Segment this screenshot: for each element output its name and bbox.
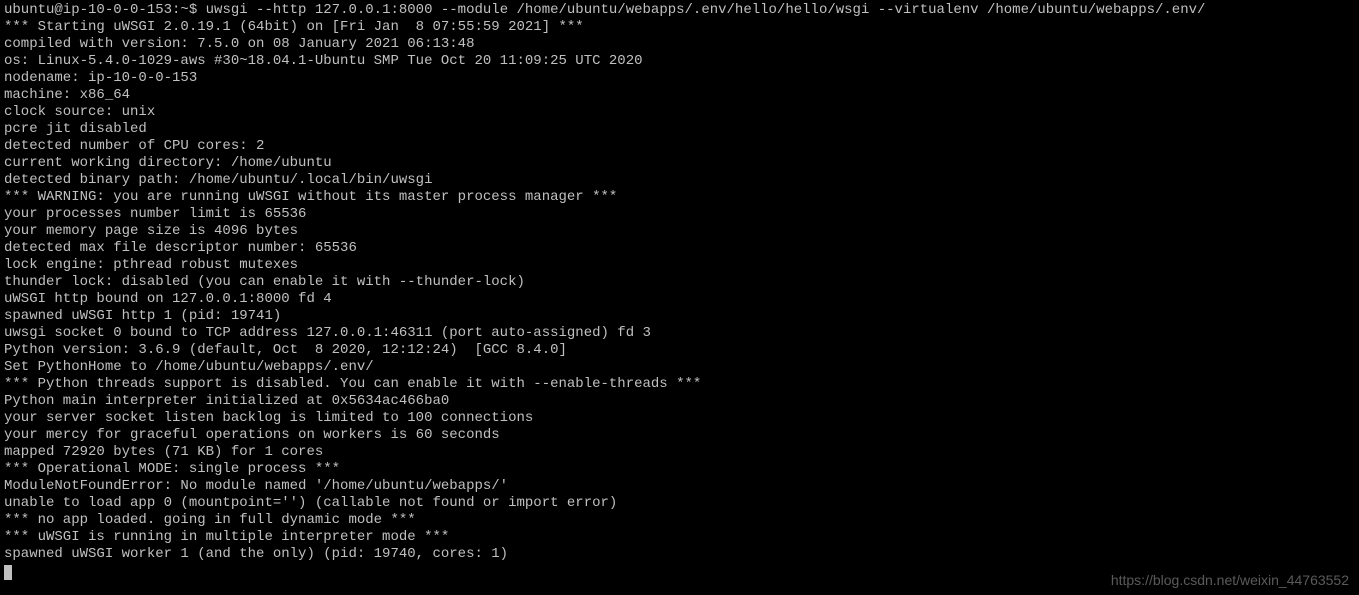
- output-line: ModuleNotFoundError: No module named '/h…: [4, 478, 1355, 495]
- output-line: clock source: unix: [4, 104, 1355, 121]
- output-line: spawned uWSGI http 1 (pid: 19741): [4, 308, 1355, 325]
- output-line: lock engine: pthread robust mutexes: [4, 257, 1355, 274]
- terminal-cursor: [4, 565, 12, 580]
- watermark-text: https://blog.csdn.net/weixin_44763552: [1111, 572, 1349, 589]
- output-line: machine: x86_64: [4, 87, 1355, 104]
- output-line: os: Linux-5.4.0-1029-aws #30~18.04.1-Ubu…: [4, 53, 1355, 70]
- output-line: unable to load app 0 (mountpoint='') (ca…: [4, 495, 1355, 512]
- output-line: uwsgi socket 0 bound to TCP address 127.…: [4, 325, 1355, 342]
- command-text: uwsgi --http 127.0.0.1:8000 --module /ho…: [206, 2, 1206, 18]
- output-line: detected binary path: /home/ubuntu/.loca…: [4, 172, 1355, 189]
- output-line: compiled with version: 7.5.0 on 08 Janua…: [4, 36, 1355, 53]
- output-line: nodename: ip-10-0-0-153: [4, 70, 1355, 87]
- output-line: uWSGI http bound on 127.0.0.1:8000 fd 4: [4, 291, 1355, 308]
- output-line: Python version: 3.6.9 (default, Oct 8 20…: [4, 342, 1355, 359]
- output-line: *** WARNING: you are running uWSGI witho…: [4, 189, 1355, 206]
- output-line: mapped 72920 bytes (71 KB) for 1 cores: [4, 444, 1355, 461]
- output-line: your processes number limit is 65536: [4, 206, 1355, 223]
- output-line: spawned uWSGI worker 1 (and the only) (p…: [4, 546, 1355, 563]
- output-line: *** uWSGI is running in multiple interpr…: [4, 529, 1355, 546]
- output-line: *** Operational MODE: single process ***: [4, 461, 1355, 478]
- output-line: pcre jit disabled: [4, 121, 1355, 138]
- output-line: your memory page size is 4096 bytes: [4, 223, 1355, 240]
- output-line: detected number of CPU cores: 2: [4, 138, 1355, 155]
- terminal-output[interactable]: ubuntu@ip-10-0-0-153:~$ uwsgi --http 127…: [4, 2, 1355, 581]
- output-line: *** Python threads support is disabled. …: [4, 376, 1355, 393]
- shell-prompt: ubuntu@ip-10-0-0-153:~$: [4, 2, 206, 18]
- output-line: current working directory: /home/ubuntu: [4, 155, 1355, 172]
- output-line: Python main interpreter initialized at 0…: [4, 393, 1355, 410]
- output-line: *** Starting uWSGI 2.0.19.1 (64bit) on […: [4, 19, 1355, 36]
- output-line: thunder lock: disabled (you can enable i…: [4, 274, 1355, 291]
- output-line: *** no app loaded. going in full dynamic…: [4, 512, 1355, 529]
- output-container: *** Starting uWSGI 2.0.19.1 (64bit) on […: [4, 19, 1355, 563]
- output-line: detected max file descriptor number: 655…: [4, 240, 1355, 257]
- command-line: ubuntu@ip-10-0-0-153:~$ uwsgi --http 127…: [4, 2, 1355, 19]
- output-line: Set PythonHome to /home/ubuntu/webapps/.…: [4, 359, 1355, 376]
- output-line: your mercy for graceful operations on wo…: [4, 427, 1355, 444]
- output-line: your server socket listen backlog is lim…: [4, 410, 1355, 427]
